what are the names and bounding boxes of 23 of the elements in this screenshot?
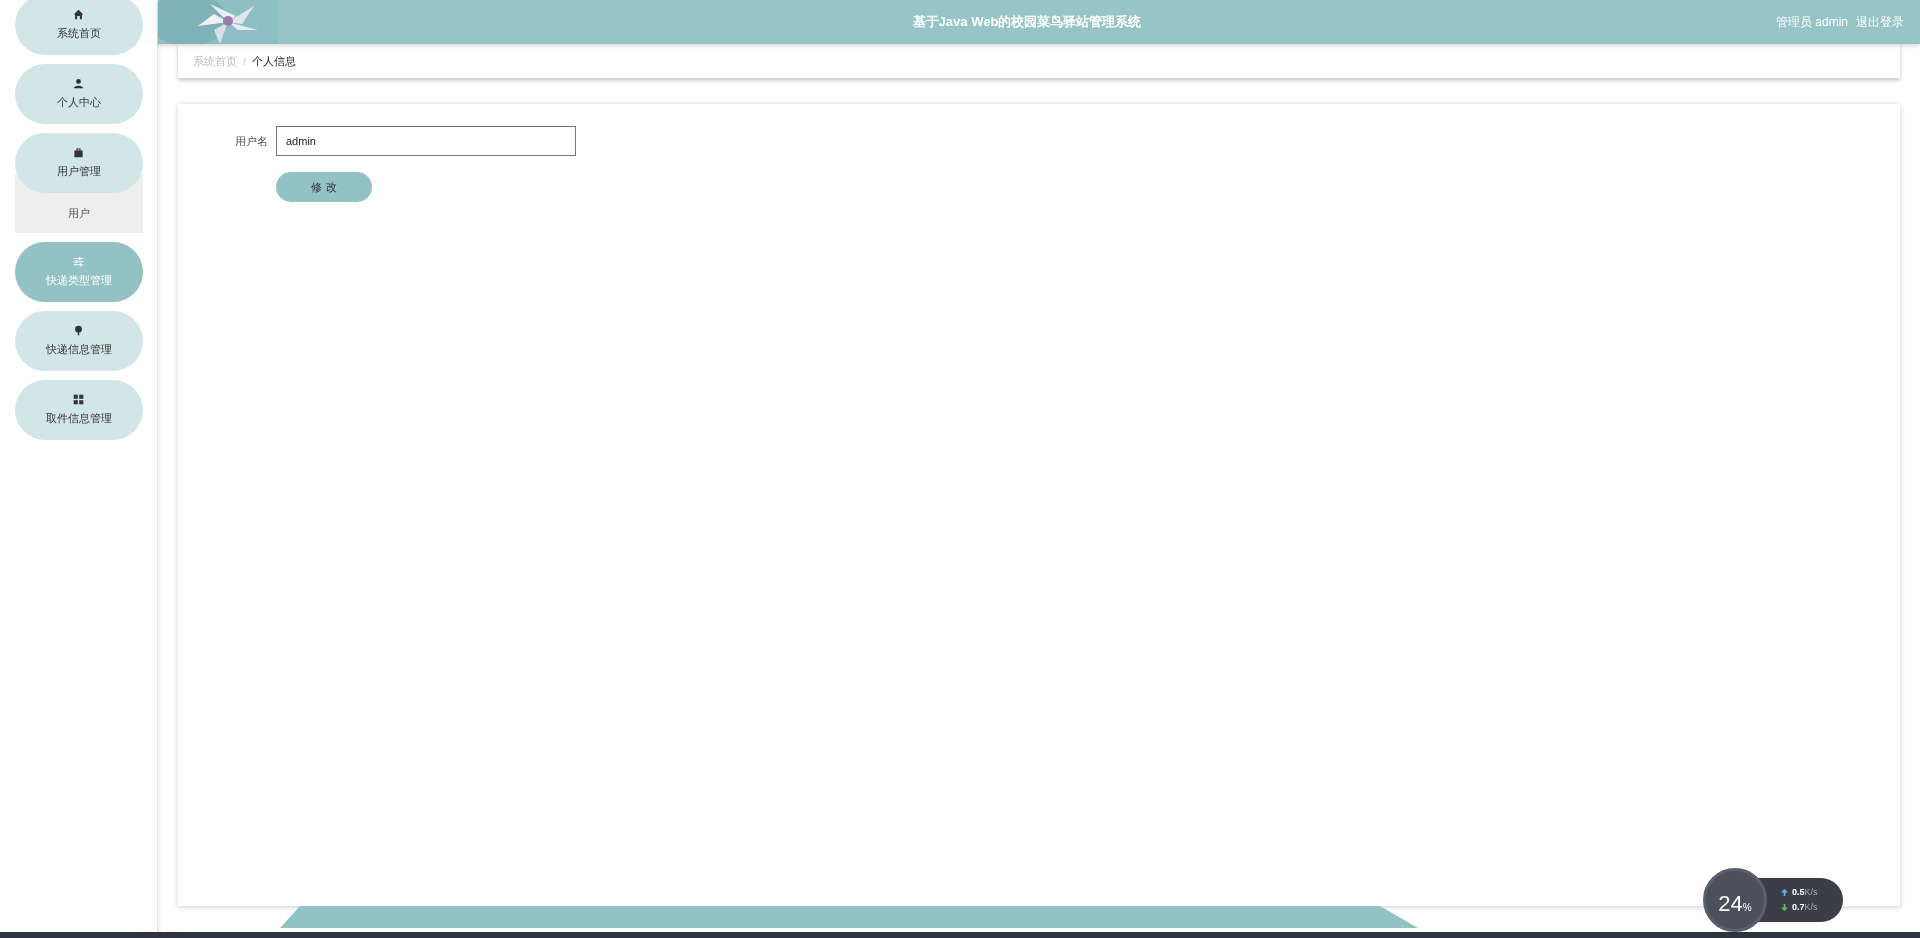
submenu-item[interactable]: 用户	[14, 193, 143, 233]
breadcrumb-item[interactable]: 个人信息	[252, 52, 297, 70]
upload-arrow-icon	[1781, 888, 1788, 896]
briefcase-icon	[73, 146, 84, 158]
upload-speed: 0.5K/s	[1792, 885, 1818, 899]
download-arrow-icon	[1781, 904, 1788, 912]
sliders-icon	[73, 255, 84, 267]
grid-icon	[73, 393, 84, 405]
menu-item[interactable]: 个人中心	[14, 64, 143, 124]
pin-icon	[73, 324, 84, 336]
username-field[interactable]: admin	[276, 126, 576, 156]
submit-button[interactable]: 修 改	[276, 172, 372, 202]
menu-item[interactable]: 取件信息管理	[14, 380, 143, 440]
home-icon	[73, 8, 84, 20]
breadcrumb-separator: /	[243, 53, 247, 69]
menu-item[interactable]: 用户管理	[14, 133, 143, 193]
user-icon	[73, 77, 84, 89]
app-title: 基于Java Web的校园菜鸟驿站管理系统	[911, 13, 1143, 32]
menu-item[interactable]: 系统首页	[14, 0, 143, 55]
menu-item[interactable]: 快递信息管理	[14, 311, 143, 371]
field-label: 用户名	[235, 133, 268, 149]
user-role: 管理员 admin	[1775, 14, 1848, 31]
download-speed: 0.7K/s	[1792, 901, 1818, 914]
